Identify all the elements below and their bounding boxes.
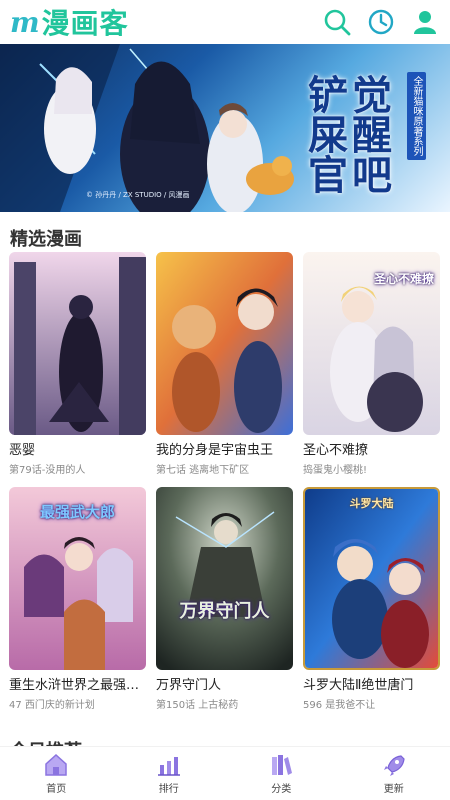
section-title-featured: 精选漫画 xyxy=(10,229,82,250)
nav-label: 更新 xyxy=(383,783,404,795)
ranking-icon xyxy=(157,756,180,776)
banner-title: 觉醒吧 铲屎官 xyxy=(301,74,392,194)
comic-cover[interactable] xyxy=(9,252,146,435)
comic-cover[interactable]: 圣心不难撩 xyxy=(303,252,440,435)
comic-card[interactable]: 恶婴 第79话-没用的人 xyxy=(9,252,146,475)
logo-text: 漫画客 xyxy=(41,7,129,40)
category-icon xyxy=(272,754,293,775)
comic-title[interactable]: 万界守门人 xyxy=(156,674,293,692)
comic-card[interactable]: 我的分身是宇宙虫王 第七话 逃离地下矿区 xyxy=(156,252,293,475)
app-logo[interactable]: m 漫画客 xyxy=(10,2,129,42)
comic-cover[interactable]: 斗罗大陆 xyxy=(303,487,440,670)
comic-cover-title: 斗罗大陆 xyxy=(349,497,394,510)
comic-cover[interactable]: 万界守门人 xyxy=(156,487,293,670)
comic-latest-chapter: 第150话 上古秘药 xyxy=(156,700,239,710)
comic-card[interactable]: 圣心不难撩 圣心不难撩 捣蛋鬼小樱桃! xyxy=(303,252,440,475)
user-icon[interactable] xyxy=(410,7,440,37)
nav-label: 首页 xyxy=(46,783,67,795)
comic-cover-title: 最强武大郎 xyxy=(39,503,115,521)
search-icon[interactable] xyxy=(322,7,352,37)
comic-title[interactable]: 圣心不难撩 xyxy=(303,439,440,457)
comic-title[interactable]: 我的分身是宇宙虫王 xyxy=(156,439,293,457)
history-clock-icon[interactable] xyxy=(366,7,396,37)
comic-card[interactable]: 万界守门人 万界守门人 第150话 上古秘药 xyxy=(156,487,293,710)
comic-latest-chapter: 596 是我爸不让 xyxy=(303,700,376,710)
nav-item-ranking[interactable]: 排行 xyxy=(129,753,209,795)
comic-title[interactable]: 重生水浒世界之最强武大郎 xyxy=(9,674,146,692)
comic-latest-chapter: 捣蛋鬼小樱桃! xyxy=(303,465,368,475)
comic-card[interactable]: 最强武大郎 重生水浒世界之最强武大郎 47 西门庆的新计划 xyxy=(9,487,146,710)
nav-item-home[interactable]: 首页 xyxy=(16,753,96,795)
banner-subtitle: 全新猫咪原著系列 xyxy=(407,72,426,160)
comic-cover-title: 万界守门人 xyxy=(179,601,270,622)
comic-title[interactable]: 斗罗大陆Ⅱ绝世唐门 xyxy=(303,674,440,692)
banner-credit: © 孙丹丹 / ZX STUDIO / 风漫画 xyxy=(86,191,190,199)
comic-title[interactable]: 恶婴 xyxy=(9,439,146,457)
promo-banner[interactable]: 觉醒吧 铲屎官 全新猫咪原著系列 © 孙丹丹 / ZX STUDIO / 风漫画 xyxy=(0,44,450,212)
comic-latest-chapter: 47 西门庆的新计划 xyxy=(9,700,95,710)
comic-latest-chapter: 第79话-没用的人 xyxy=(9,465,86,475)
comic-cover[interactable] xyxy=(156,252,293,435)
nav-item-updates[interactable]: 更新 xyxy=(354,753,434,795)
nav-label: 排行 xyxy=(158,783,179,795)
home-icon xyxy=(45,753,67,776)
rocket-icon xyxy=(383,754,405,776)
comic-card[interactable]: 斗罗大陆 斗罗大陆Ⅱ绝世唐门 596 是我爸不让 xyxy=(303,487,440,710)
nav-item-category[interactable]: 分类 xyxy=(241,753,321,795)
nav-label: 分类 xyxy=(271,783,292,795)
bottom-navigation: 首页 排行 分类 更新 xyxy=(0,746,450,800)
app-header: m 漫画客 xyxy=(0,0,450,44)
logo-m: m xyxy=(10,5,41,39)
featured-comics-grid: 恶婴 第79话-没用的人 我的分身是宇宙虫王 第七话 逃离地下矿区 圣心不难撩 … xyxy=(9,252,441,710)
comic-cover[interactable]: 最强武大郎 xyxy=(9,487,146,670)
comic-latest-chapter: 第七话 逃离地下矿区 xyxy=(156,465,250,475)
comic-cover-title: 圣心不难撩 xyxy=(373,272,434,286)
